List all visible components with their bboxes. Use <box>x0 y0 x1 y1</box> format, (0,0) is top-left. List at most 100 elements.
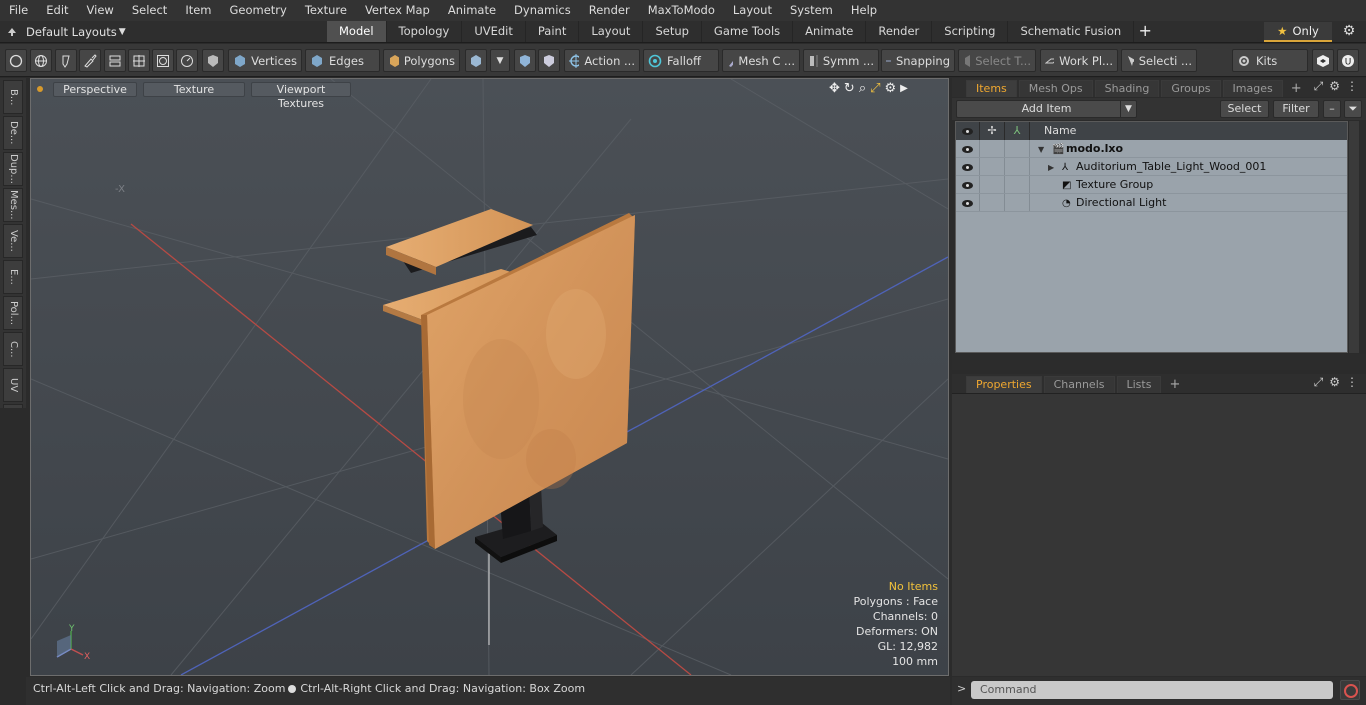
expander-icon[interactable]: ▶ <box>1048 159 1062 177</box>
left-tab-1[interactable]: De... <box>3 116 23 150</box>
viewport-menu-dot[interactable] <box>37 86 43 92</box>
action-center-button[interactable]: Action ... <box>564 49 640 72</box>
tab-properties[interactable]: Properties <box>966 376 1042 393</box>
menu-animate[interactable]: Animate <box>439 0 505 21</box>
menu-item[interactable]: Item <box>176 0 220 21</box>
polygons-button[interactable]: Polygons <box>383 49 460 72</box>
visibility-toggle[interactable] <box>956 158 980 175</box>
items-panel-divider[interactable] <box>952 354 1366 370</box>
zoom-view-icon[interactable]: ⌕ <box>859 81 866 97</box>
move-view-icon[interactable]: ✥ <box>829 81 840 97</box>
visibility-toggle[interactable] <box>956 140 980 157</box>
gear-icon[interactable]: ⚙ <box>1340 23 1358 41</box>
selection-sets-button[interactable]: Selecti ... <box>1121 49 1197 72</box>
panel-gear-icon[interactable]: ⚙ <box>1329 79 1340 94</box>
menu-geometry[interactable]: Geometry <box>221 0 296 21</box>
add-layout-tab-icon[interactable]: + <box>1134 21 1156 43</box>
shield-button[interactable] <box>202 49 224 72</box>
lock-cell[interactable] <box>980 140 1005 157</box>
align-button[interactable] <box>104 49 126 72</box>
viewport-textures-button[interactable]: Viewport Textures <box>251 81 351 110</box>
menu-maxtomodo[interactable]: MaxToModo <box>639 0 724 21</box>
tab-layout[interactable]: Layout <box>579 21 644 42</box>
perspective-button[interactable]: Perspective <box>53 81 137 97</box>
3d-viewport[interactable]: -X Y X Perspective Texture Viewport Text… <box>30 78 949 676</box>
vertices-button[interactable]: Vertices <box>228 49 302 72</box>
layout-selector[interactable]: Default Layouts ▼ <box>6 21 126 43</box>
collapse-icon[interactable]: – <box>1323 100 1341 118</box>
tab-animate[interactable]: Animate <box>793 21 867 42</box>
lock-cell[interactable] <box>980 158 1005 175</box>
select-button[interactable]: Select <box>1220 100 1269 118</box>
left-tab-6[interactable]: Pol... <box>3 296 23 330</box>
menu-view[interactable]: View <box>78 0 123 21</box>
panel-grip-icon[interactable] <box>952 80 966 97</box>
left-tab-4[interactable]: Ve... <box>3 224 23 258</box>
lock-cell[interactable] <box>980 176 1005 193</box>
expander-icon[interactable]: ▼ <box>1038 141 1052 159</box>
lock-column[interactable]: ✢ <box>980 122 1005 140</box>
tab-game-tools[interactable]: Game Tools <box>702 21 794 42</box>
menu-dynamics[interactable]: Dynamics <box>505 0 580 21</box>
menu-system[interactable]: System <box>781 0 842 21</box>
tab-lists[interactable]: Lists <box>1116 376 1162 393</box>
expand-panel-icon[interactable]: ⤢ <box>1314 79 1324 94</box>
left-tab-3[interactable]: Mes... <box>3 188 23 222</box>
items-scrollbar[interactable] <box>1349 121 1359 353</box>
expand-panel-icon[interactable]: ⤢ <box>1314 375 1324 390</box>
funnel-icon[interactable]: ⏷ <box>1344 100 1362 118</box>
material-button[interactable] <box>465 49 487 72</box>
globe-button[interactable] <box>30 49 52 72</box>
tab-schematic-fusion[interactable]: Schematic Fusion <box>1008 21 1135 42</box>
visibility-column[interactable] <box>956 122 980 140</box>
item-row[interactable]: ▶ ⅄ Auditorium_Table_Light_Wood_001 <box>956 158 1347 176</box>
edges-button[interactable]: Edges <box>305 49 380 72</box>
command-input[interactable]: Command <box>971 681 1333 699</box>
add-tab-icon[interactable]: + <box>1163 377 1186 393</box>
tab-uvedit[interactable]: UVEdit <box>462 21 526 42</box>
snapping-button[interactable]: Snapping <box>881 49 955 72</box>
tab-shading[interactable]: Shading <box>1094 80 1160 97</box>
left-tab-7[interactable]: C... <box>3 332 23 366</box>
tab-groups[interactable]: Groups <box>1161 80 1221 97</box>
falloff-button[interactable]: Falloff <box>643 49 719 72</box>
left-tab-2[interactable]: Dup... <box>3 152 23 186</box>
tab-model[interactable]: Model <box>327 21 387 42</box>
kits-button[interactable]: Kits <box>1232 49 1308 72</box>
tab-mesh-ops[interactable]: Mesh Ops <box>1018 80 1093 97</box>
panel-dots-icon[interactable]: ⋮ <box>1346 375 1358 390</box>
symmetry-button[interactable]: Symm ... <box>803 49 879 72</box>
tab-scripting[interactable]: Scripting <box>932 21 1009 42</box>
menu-help[interactable]: Help <box>842 0 886 21</box>
timer-button[interactable] <box>176 49 198 72</box>
viewport-arrow-icon[interactable]: ▶ <box>900 81 908 97</box>
tab-items[interactable]: Items <box>966 80 1017 97</box>
maximize-view-icon[interactable]: ⤢ <box>870 81 880 97</box>
menu-vertex-map[interactable]: Vertex Map <box>356 0 439 21</box>
grid-button[interactable] <box>128 49 150 72</box>
tab-topology[interactable]: Topology <box>387 21 463 42</box>
work-plane-button[interactable]: Work Pl... <box>1040 49 1118 72</box>
symmetry-shield-button[interactable] <box>538 49 560 72</box>
item-row[interactable]: ◩ Texture Group <box>956 176 1347 194</box>
square-circle-button[interactable] <box>152 49 174 72</box>
tab-paint[interactable]: Paint <box>526 21 580 42</box>
mesh-constraint-button[interactable]: Mesh C ... <box>722 49 800 72</box>
panel-dots-icon[interactable]: ⋮ <box>1346 79 1358 94</box>
menu-select[interactable]: Select <box>123 0 176 21</box>
unity-button[interactable] <box>1312 49 1334 72</box>
tab-render[interactable]: Render <box>866 21 933 42</box>
item-row[interactable]: ▼ 🎬 modo.lxo <box>956 140 1347 158</box>
lock-cell[interactable] <box>980 194 1005 211</box>
circle-select-button[interactable] <box>5 49 27 72</box>
unreal-button[interactable]: U <box>1337 49 1359 72</box>
menu-edit[interactable]: Edit <box>37 0 77 21</box>
menu-render[interactable]: Render <box>580 0 639 21</box>
rotate-view-icon[interactable]: ↻ <box>844 81 855 97</box>
type-column[interactable]: ⅄ <box>1005 122 1030 140</box>
visibility-toggle[interactable] <box>956 176 980 193</box>
tab-channels[interactable]: Channels <box>1043 376 1115 393</box>
menu-layout[interactable]: Layout <box>724 0 781 21</box>
tab-images[interactable]: Images <box>1222 80 1283 97</box>
brush-button[interactable] <box>79 49 101 72</box>
